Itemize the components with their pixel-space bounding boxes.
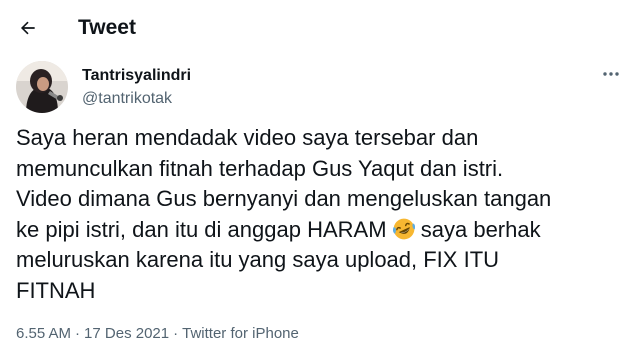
- avatar[interactable]: [16, 61, 68, 113]
- tweet-time[interactable]: 6.55 AM: [16, 325, 71, 342]
- back-button[interactable]: [12, 12, 44, 44]
- more-options-button[interactable]: [596, 62, 626, 86]
- author-display-name[interactable]: Tantrisyalindri: [82, 66, 191, 86]
- tweet-date[interactable]: 17 Des 2021: [84, 325, 169, 342]
- tweet-text: Saya heran mendadak video saya tersebar …: [16, 123, 626, 307]
- author-handle[interactable]: @tantrikotak: [82, 89, 172, 109]
- metadata-separator: ·: [173, 325, 179, 342]
- more-horizontal-icon: [603, 72, 619, 76]
- avatar-image: [16, 61, 68, 113]
- tweet-metadata: 6.55 AM · 17 Des 2021 · Twitter for iPhone: [16, 324, 299, 344]
- rolling-on-the-floor-laughing-icon: [392, 218, 415, 240]
- tweet-header: Tweet: [0, 0, 640, 58]
- page-title: Tweet: [78, 16, 136, 39]
- arrow-left-icon: [20, 21, 35, 35]
- tweet-source[interactable]: Twitter for iPhone: [182, 325, 299, 342]
- metadata-separator: ·: [75, 325, 81, 342]
